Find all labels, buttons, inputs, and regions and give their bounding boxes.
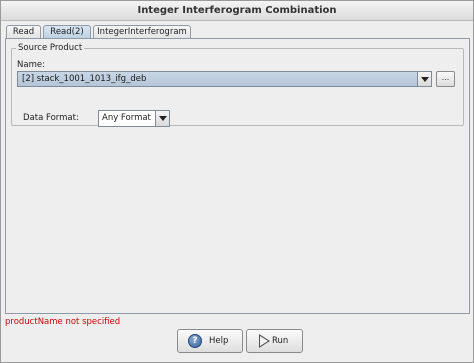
name-label: Name: (17, 60, 45, 70)
chevron-down-icon[interactable] (417, 72, 431, 86)
data-format-label: Data Format: (23, 113, 79, 123)
tab-integer-interferogram[interactable]: IntegerInterferogram (93, 25, 191, 39)
browse-button[interactable]: ... (436, 71, 455, 87)
app-window: Integer Interferogram Combination Read R… (0, 0, 474, 363)
window-title: Integer Interferogram Combination (1, 1, 473, 21)
source-product-group: Source Product Name: [2] stack_1001_1013… (11, 43, 464, 127)
run-icon (259, 334, 270, 348)
source-product-title: Source Product (16, 43, 85, 53)
run-button-label: Run (272, 336, 289, 346)
chevron-down-icon[interactable] (155, 111, 169, 126)
data-format-value: Any Format (102, 113, 151, 123)
run-button[interactable]: Run (246, 329, 303, 353)
tab-content-panel: Source Product Name: [2] stack_1001_1013… (5, 38, 470, 314)
tab-read[interactable]: Read (6, 25, 41, 39)
help-button[interactable]: ? Help (177, 329, 243, 353)
source-product-dropdown[interactable]: [2] stack_1001_1013_ifg_deb (17, 71, 432, 87)
help-button-label: Help (209, 336, 229, 346)
source-product-value: [2] stack_1001_1013_ifg_deb (22, 74, 147, 84)
status-message: productName not specified (5, 317, 121, 327)
help-icon: ? (188, 334, 202, 348)
data-format-dropdown[interactable]: Any Format (98, 110, 170, 127)
